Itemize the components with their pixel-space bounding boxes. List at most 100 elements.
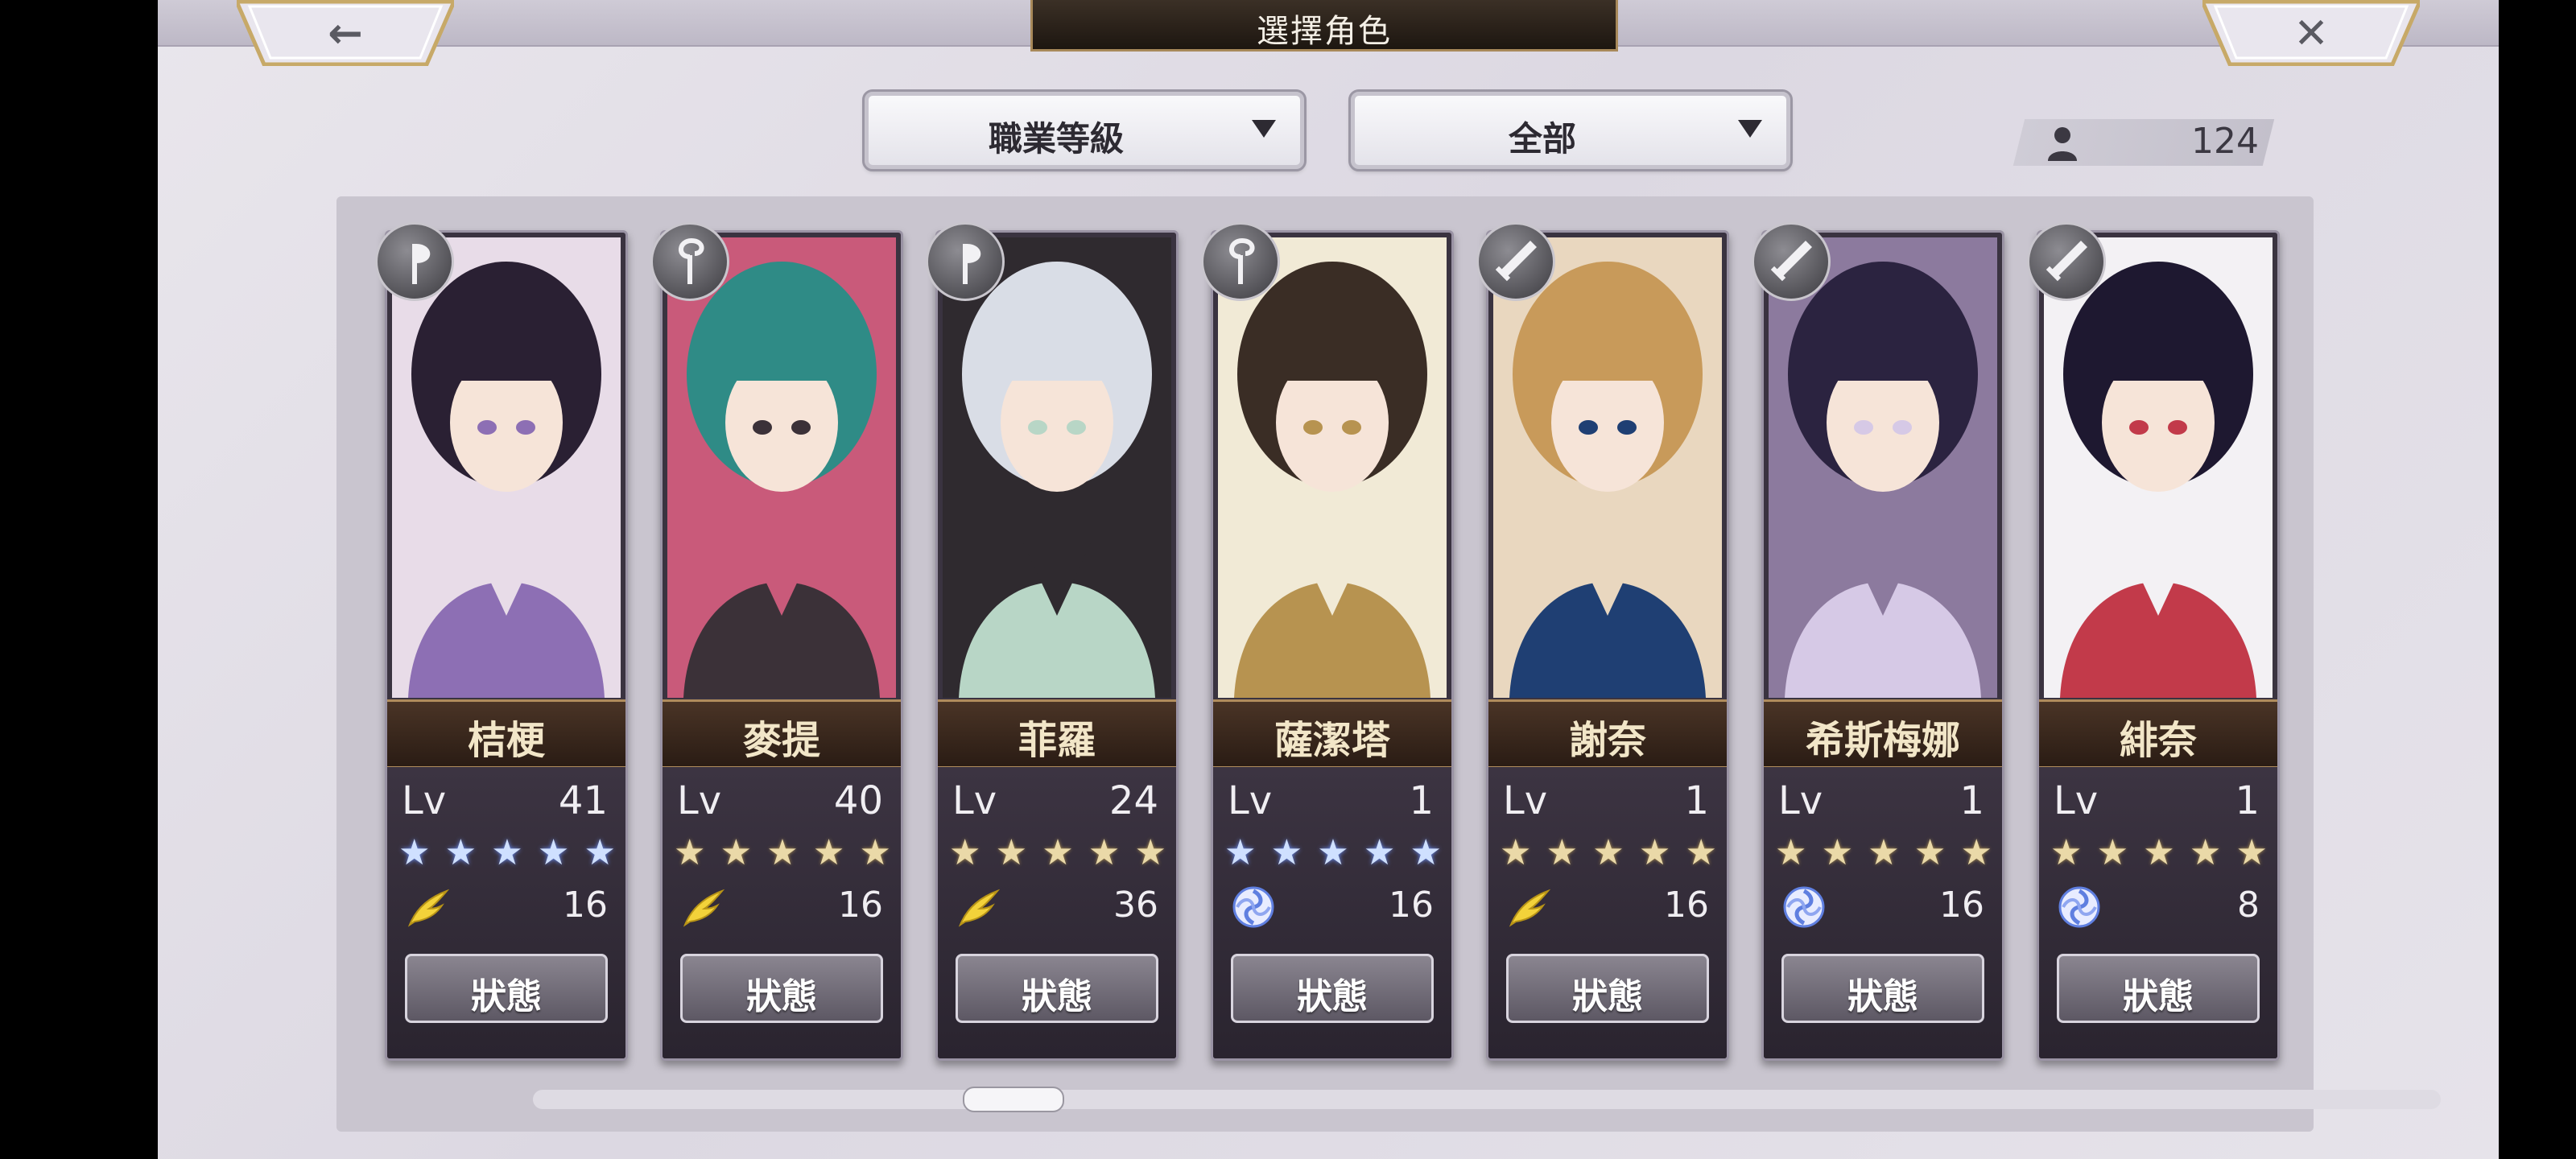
character-stats: Lv 40 ★ ★ ★ ★ ★ 16 狀態 <box>663 767 901 1058</box>
star-rating: ★ ★ ★ ★ ★ <box>1775 833 1992 873</box>
scroll-thumb[interactable] <box>963 1087 1064 1112</box>
character-name: 菲羅 <box>1018 718 1096 763</box>
status-button[interactable]: 狀態 <box>1231 954 1434 1023</box>
star-icon: ★ <box>766 832 799 873</box>
character-portrait[interactable] <box>1493 237 1722 698</box>
skill-value: 16 <box>1389 885 1434 926</box>
level-value: 1 <box>1959 778 1984 823</box>
status-button-label: 狀態 <box>1572 976 1643 1017</box>
skill-value: 8 <box>2237 885 2260 926</box>
character-portrait[interactable] <box>392 237 621 698</box>
character-card[interactable]: 麥提 Lv 40 ★ ★ ★ ★ ★ 16 狀態 <box>660 230 903 1061</box>
sword-icon <box>2027 222 2106 301</box>
star-icon: ★ <box>812 832 845 873</box>
star-icon: ★ <box>444 832 477 873</box>
character-stats: Lv 1 ★ ★ ★ ★ ★ 16 狀態 <box>1213 767 1451 1058</box>
name-bar: 希斯梅娜 <box>1764 699 2002 769</box>
level-value: 24 <box>1108 778 1158 823</box>
page-title: 選擇角色 <box>1257 13 1392 50</box>
star-icon: ★ <box>1868 832 1900 873</box>
close-button[interactable]: ✕ <box>2202 0 2420 66</box>
star-icon: ★ <box>1270 832 1303 873</box>
filter-dropdown[interactable]: 全部 <box>1348 89 1793 171</box>
star-icon: ★ <box>398 832 431 873</box>
status-button[interactable]: 狀態 <box>680 954 883 1023</box>
character-portrait[interactable] <box>2044 237 2273 698</box>
status-button[interactable]: 狀態 <box>1506 954 1709 1023</box>
star-icon: ★ <box>1821 832 1854 873</box>
character-name: 緋奈 <box>2119 718 2197 763</box>
name-bar: 緋奈 <box>2039 699 2277 769</box>
level-value: 40 <box>833 778 883 823</box>
character-card[interactable]: 緋奈 Lv 1 ★ ★ ★ ★ ★ 8 狀態 <box>2037 230 2280 1061</box>
star-icon: ★ <box>674 832 706 873</box>
star-icon: ★ <box>2143 832 2175 873</box>
wind-feather-icon <box>683 889 725 927</box>
star-rating: ★ ★ ★ ★ ★ <box>398 833 616 873</box>
star-icon: ★ <box>2096 832 2129 873</box>
water-swirl-icon <box>1232 886 1274 928</box>
status-button-label: 狀態 <box>1847 976 1918 1017</box>
star-icon: ★ <box>1638 832 1671 873</box>
status-button[interactable]: 狀態 <box>1781 954 1984 1023</box>
status-button[interactable]: 狀態 <box>2057 954 2260 1023</box>
star-icon: ★ <box>1960 832 1992 873</box>
skill-value: 16 <box>563 885 608 926</box>
character-stats: Lv 41 ★ ★ ★ ★ ★ 16 狀態 <box>387 767 625 1058</box>
status-button[interactable]: 狀態 <box>956 954 1158 1023</box>
character-portrait[interactable] <box>1218 237 1447 698</box>
sword-icon <box>1476 222 1555 301</box>
status-button[interactable]: 狀態 <box>405 954 608 1023</box>
character-card[interactable]: 謝奈 Lv 1 ★ ★ ★ ★ ★ 16 狀態 <box>1486 230 1729 1061</box>
level-value: 41 <box>558 778 608 823</box>
filter-dropdown-label: 全部 <box>1508 119 1576 159</box>
staff-icon <box>1201 222 1280 301</box>
water-swirl-icon <box>2058 886 2100 928</box>
character-name: 桔梗 <box>467 718 545 763</box>
character-card[interactable]: 桔梗 Lv 41 ★ ★ ★ ★ ★ 16 狀態 <box>385 230 628 1061</box>
character-portrait[interactable] <box>667 237 896 698</box>
star-icon: ★ <box>537 832 570 873</box>
back-arrow-icon: ← <box>328 10 363 58</box>
star-icon: ★ <box>720 832 753 873</box>
character-name: 希斯梅娜 <box>1805 718 1960 763</box>
status-button-label: 狀態 <box>1022 976 1092 1017</box>
level-label: Lv <box>1503 778 1548 823</box>
close-x-icon: ✕ <box>2293 10 2329 58</box>
star-icon: ★ <box>1500 832 1532 873</box>
name-bar: 菲羅 <box>938 699 1176 769</box>
skill-value: 16 <box>1939 885 1984 926</box>
character-card[interactable]: 薩潔塔 Lv 1 ★ ★ ★ ★ ★ 16 狀態 <box>1211 230 1454 1061</box>
sort-dropdown[interactable]: 職業等級 <box>862 89 1307 171</box>
character-portrait[interactable] <box>943 237 1171 698</box>
character-portrait[interactable] <box>1769 237 1997 698</box>
water-swirl-icon <box>1783 886 1825 928</box>
star-rating: ★ ★ ★ ★ ★ <box>949 833 1166 873</box>
axe-icon <box>375 222 454 301</box>
status-button-label: 狀態 <box>471 976 542 1017</box>
character-card[interactable]: 菲羅 Lv 24 ★ ★ ★ ★ ★ 36 狀態 <box>935 230 1179 1061</box>
character-stats: Lv 1 ★ ★ ★ ★ ★ 16 狀態 <box>1764 767 2002 1058</box>
status-button-label: 狀態 <box>1297 976 1368 1017</box>
back-button[interactable]: ← <box>237 0 454 66</box>
level-value: 1 <box>1409 778 1434 823</box>
level-value: 1 <box>2235 778 2260 823</box>
skill-value: 16 <box>838 885 883 926</box>
star-icon: ★ <box>1042 832 1074 873</box>
character-card[interactable]: 希斯梅娜 Lv 1 ★ ★ ★ ★ ★ 16 狀態 <box>1761 230 2004 1061</box>
sword-icon <box>1752 222 1831 301</box>
star-icon: ★ <box>1363 832 1396 873</box>
level-label: Lv <box>1228 778 1273 823</box>
star-icon: ★ <box>1134 832 1166 873</box>
star-icon: ★ <box>2189 832 2222 873</box>
star-icon: ★ <box>949 832 981 873</box>
scroll-track[interactable] <box>533 1090 2441 1109</box>
character-stats: Lv 1 ★ ★ ★ ★ ★ 16 狀態 <box>1488 767 1727 1058</box>
wind-feather-icon <box>1509 889 1551 927</box>
name-bar: 麥提 <box>663 699 901 769</box>
game-screen: ← 選擇角色 ✕ 職業等級 全部 124 桔梗 Lv 41 ★ ★ ★ ★ ★ 16 狀態 麥提 Lv… <box>158 0 2499 1159</box>
star-icon: ★ <box>584 832 616 873</box>
star-icon: ★ <box>995 832 1028 873</box>
roster-count-value: 124 <box>2191 121 2259 162</box>
person-icon <box>2048 127 2077 161</box>
